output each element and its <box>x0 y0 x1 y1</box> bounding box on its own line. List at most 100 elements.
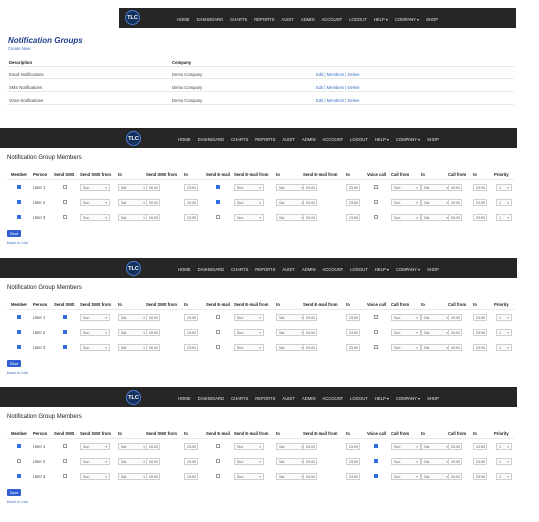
nav-item-shop[interactable]: SHOP <box>427 396 439 401</box>
sms-time-from[interactable]: 00:00 <box>146 344 160 351</box>
send-sms-checkbox[interactable] <box>63 200 67 204</box>
send-email-checkbox[interactable] <box>216 474 220 478</box>
nav-item-home[interactable]: HOME <box>178 267 191 272</box>
voice-call-checkbox[interactable] <box>374 215 378 219</box>
email-time-to[interactable]: 23:59 <box>346 458 360 465</box>
send-email-checkbox[interactable] <box>216 444 220 448</box>
group-actions[interactable]: Edit | Members | Delete <box>316 98 360 103</box>
nav-item-help[interactable]: HELP ▾ <box>375 137 389 142</box>
email-day-to[interactable]: Sat▾ <box>276 458 306 465</box>
sms-day-from[interactable]: Sun ▾ <box>80 473 110 480</box>
sms-time-to[interactable]: 23:59 <box>184 473 198 480</box>
priority-select[interactable]: 3 ▾ <box>496 473 512 480</box>
call-day-to[interactable]: Sat▾ <box>421 473 451 480</box>
call-time-from[interactable]: 00:00 <box>448 214 462 221</box>
nav-item-charts[interactable]: CHARTS <box>230 17 247 22</box>
back-to-list-link[interactable]: Back to List <box>7 370 28 375</box>
sms-day-to[interactable]: Sat ▾ <box>118 443 148 450</box>
email-day-to[interactable]: Sat▾ <box>276 443 306 450</box>
email-time-from[interactable]: 00:00 <box>303 458 317 465</box>
email-time-to[interactable]: 23:59 <box>346 199 360 206</box>
voice-call-checkbox[interactable] <box>374 200 378 204</box>
send-email-checkbox[interactable] <box>216 330 220 334</box>
call-time-from[interactable]: 00:00 <box>448 314 462 321</box>
email-day-from[interactable]: Sun ▾ <box>234 443 264 450</box>
sms-time-to[interactable]: 23:59 <box>184 214 198 221</box>
nav-item-audit[interactable]: AUDIT <box>282 396 295 401</box>
send-sms-checkbox[interactable] <box>63 185 67 189</box>
nav-item-home[interactable]: HOME <box>178 396 191 401</box>
nav-item-shop[interactable]: SHOP <box>427 137 439 142</box>
email-time-from[interactable]: 00:00 <box>303 443 317 450</box>
call-day-to[interactable]: Sat▾ <box>421 458 451 465</box>
call-day-to[interactable]: Sat▾ <box>421 329 451 336</box>
send-email-checkbox[interactable] <box>216 459 220 463</box>
email-time-to[interactable]: 23:59 <box>346 329 360 336</box>
member-checkbox[interactable] <box>17 474 21 478</box>
email-time-from[interactable]: 00:00 <box>303 214 317 221</box>
sms-time-to[interactable]: 23:59 <box>184 344 198 351</box>
call-time-from[interactable]: 00:00 <box>448 473 462 480</box>
nav-item-charts[interactable]: CHARTS <box>231 267 248 272</box>
member-checkbox[interactable] <box>17 330 21 334</box>
member-checkbox[interactable] <box>17 315 21 319</box>
sms-time-from[interactable]: 00:00 <box>146 329 160 336</box>
brand-logo[interactable]: TLC <box>126 131 141 146</box>
sms-time-from[interactable]: 00:00 <box>146 214 160 221</box>
priority-select[interactable]: 1 ▾ <box>496 314 512 321</box>
nav-item-audit[interactable]: AUDIT <box>281 17 294 22</box>
voice-call-checkbox[interactable] <box>374 185 378 189</box>
email-time-from[interactable]: 00:00 <box>303 314 317 321</box>
nav-item-shop[interactable]: SHOP <box>426 17 438 22</box>
back-to-list-link[interactable]: Back to List <box>7 240 28 245</box>
brand-logo[interactable]: TLC <box>126 390 141 405</box>
voice-call-checkbox[interactable] <box>374 459 378 463</box>
nav-item-admin[interactable]: ADMIN <box>302 137 316 142</box>
nav-item-dashboard[interactable]: DASHBOARD <box>198 267 225 272</box>
send-email-checkbox[interactable] <box>216 215 220 219</box>
nav-item-logout[interactable]: LOGOUT <box>350 137 368 142</box>
group-actions[interactable]: Edit | Members | Delete <box>316 72 360 77</box>
email-day-to[interactable]: Sat▾ <box>276 344 306 351</box>
sms-day-from[interactable]: Sun ▾ <box>80 443 110 450</box>
nav-item-help[interactable]: HELP ▾ <box>375 396 389 401</box>
call-time-to[interactable]: 23:59 <box>473 443 487 450</box>
send-sms-checkbox[interactable] <box>63 215 67 219</box>
save-button[interactable]: Save <box>7 489 21 496</box>
voice-call-checkbox[interactable] <box>374 330 378 334</box>
sms-day-to[interactable]: Sat ▾ <box>118 184 148 191</box>
call-time-to[interactable]: 23:59 <box>473 473 487 480</box>
send-email-checkbox[interactable] <box>216 200 220 204</box>
sms-day-from[interactable]: Sun ▾ <box>80 184 110 191</box>
send-email-checkbox[interactable] <box>216 185 220 189</box>
send-sms-checkbox[interactable] <box>63 459 67 463</box>
email-time-to[interactable]: 23:59 <box>346 473 360 480</box>
nav-item-logout[interactable]: LOGOUT <box>350 396 368 401</box>
save-button[interactable]: Save <box>7 360 21 367</box>
nav-item-charts[interactable]: CHARTS <box>231 137 248 142</box>
email-day-from[interactable]: Sun ▾ <box>234 184 264 191</box>
create-new-link[interactable]: Create New <box>8 46 30 51</box>
call-day-from[interactable]: Sun ▾ <box>391 329 421 336</box>
sms-day-from[interactable]: Sun ▾ <box>80 344 110 351</box>
brand-logo[interactable]: TLC <box>125 10 140 25</box>
sms-day-from[interactable]: Sun ▾ <box>80 329 110 336</box>
call-day-from[interactable]: Sun ▾ <box>391 314 421 321</box>
email-day-from[interactable]: Sun ▾ <box>234 314 264 321</box>
priority-select[interactable]: 1 ▾ <box>496 344 512 351</box>
member-checkbox[interactable] <box>17 215 21 219</box>
sms-time-from[interactable]: 00:00 <box>146 184 160 191</box>
nav-item-audit[interactable]: AUDIT <box>282 267 295 272</box>
member-checkbox[interactable] <box>17 345 21 349</box>
email-time-to[interactable]: 23:59 <box>346 314 360 321</box>
sms-time-to[interactable]: 23:59 <box>184 314 198 321</box>
email-time-from[interactable]: 00:00 <box>303 344 317 351</box>
call-day-to[interactable]: Sat▾ <box>421 344 451 351</box>
send-email-checkbox[interactable] <box>216 315 220 319</box>
nav-item-home[interactable]: HOME <box>177 17 190 22</box>
sms-day-to[interactable]: Sat ▾ <box>118 473 148 480</box>
call-day-to[interactable]: Sat▾ <box>421 199 451 206</box>
nav-item-reports[interactable]: REPORTS <box>255 396 275 401</box>
priority-select[interactable]: 2 ▾ <box>496 458 512 465</box>
email-day-to[interactable]: Sat▾ <box>276 184 306 191</box>
